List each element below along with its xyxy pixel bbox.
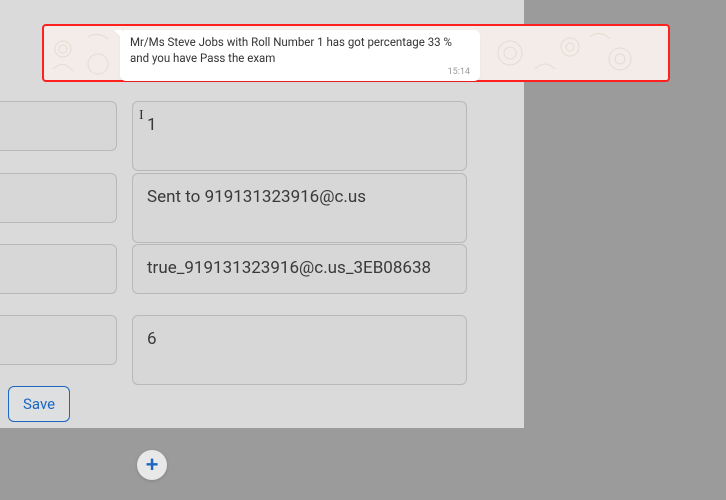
field-message-id[interactable] [132, 244, 467, 294]
field-stub-2 [0, 173, 117, 223]
field-value[interactable] [132, 315, 467, 385]
add-button[interactable]: + [137, 450, 167, 480]
chat-pattern-left [48, 29, 120, 77]
field-stub-1 [0, 101, 117, 151]
chat-message-time: 15:14 [130, 67, 470, 77]
chat-message-bubble: Mr/Ms Steve Jobs with Roll Number 1 has … [120, 30, 480, 81]
field-stub-4 [0, 315, 117, 365]
notification-highlight: Mr/Ms Steve Jobs with Roll Number 1 has … [42, 24, 670, 82]
save-button[interactable]: Save [8, 386, 70, 422]
field-stub-3 [0, 244, 117, 294]
chat-message-text: Mr/Ms Steve Jobs with Roll Number 1 has … [130, 35, 470, 66]
field-sent-to[interactable] [132, 173, 467, 243]
field-roll-number[interactable] [132, 101, 467, 171]
chat-pattern-right [480, 29, 648, 77]
